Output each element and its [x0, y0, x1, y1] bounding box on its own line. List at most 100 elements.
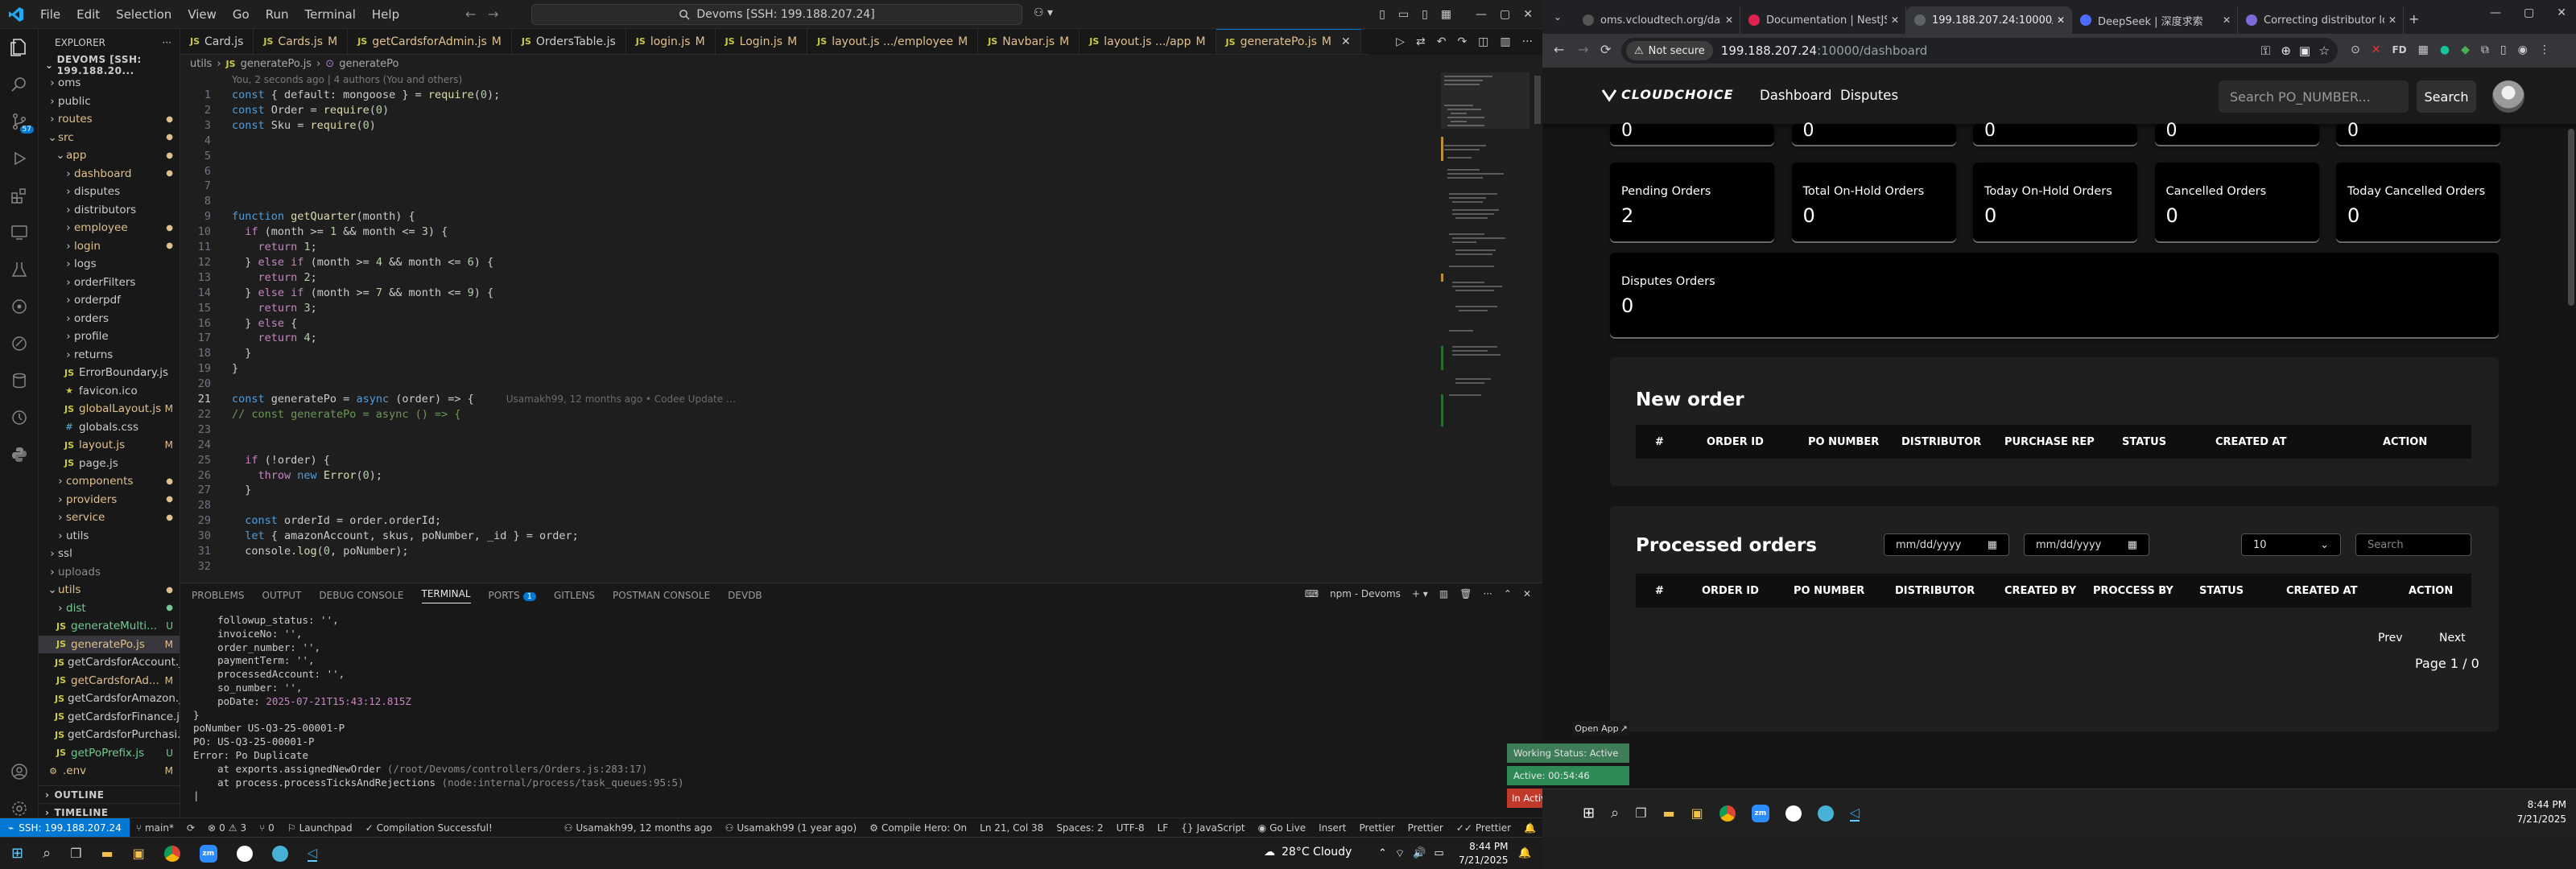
tree-folder[interactable]: › login ● [39, 237, 180, 256]
tree-folder[interactable]: › orderpdf [39, 291, 180, 310]
nav-back-icon[interactable]: ← [465, 6, 476, 22]
stat-card[interactable]: Cancelled Orders 0 [2154, 163, 2319, 241]
close-tab-icon[interactable]: ✕ [1725, 14, 1733, 26]
tree-file[interactable]: JS getCardsforFinance.js [39, 708, 180, 727]
code-line[interactable]: } else { [232, 317, 297, 330]
codelens-authors[interactable]: You, 2 seconds ago | 4 authors (You and … [232, 74, 462, 85]
panel-tab-problems[interactable]: PROBLEMS [192, 590, 245, 601]
task-view-icon[interactable]: ❐ [70, 846, 81, 861]
outline-section[interactable]: › OUTLINE [39, 785, 180, 803]
tree-folder[interactable]: › components ● [39, 472, 180, 491]
start-date-input[interactable]: mm/dd/yyyy ▦ [1884, 533, 2009, 556]
tree-file[interactable]: JS getCardsforPurchasi... [39, 726, 180, 744]
app-icon[interactable] [271, 845, 288, 862]
run-file-icon[interactable]: ▷ [1396, 35, 1405, 48]
cursor-position[interactable]: Ln 21, Col 38 [973, 822, 1050, 834]
network-icon[interactable]: ⌔ [1395, 847, 1405, 860]
code-line[interactable]: } [232, 347, 251, 360]
branch-indicator[interactable]: ⑂ main* [130, 822, 180, 834]
code-line[interactable]: } [232, 362, 238, 375]
accounts-icon[interactable] [0, 753, 39, 790]
editor-tab[interactable]: JS generatePo.js M ✕ [1216, 29, 1361, 54]
breadcrumb-item[interactable]: utils [190, 58, 212, 70]
layout-sidebar-icon[interactable]: ▯ [1379, 8, 1385, 21]
explorer-more-icon[interactable]: ··· [163, 37, 171, 48]
next-button[interactable]: Next [2439, 632, 2466, 645]
code-line[interactable]: } [232, 484, 251, 496]
tree-folder[interactable]: › providers ● [39, 491, 180, 509]
maximize-icon[interactable]: ▢ [1500, 8, 1510, 21]
sidepanel-icon[interactable]: ▯ [2500, 43, 2507, 56]
sync-icon[interactable]: ⟳ [180, 822, 201, 834]
tree-file[interactable]: ⚙ .env M [39, 762, 180, 780]
tree-file[interactable]: JS layout.js M [39, 436, 180, 455]
file-explorer-icon[interactable]: ▬ [101, 846, 114, 861]
more-actions-icon[interactable]: ··· [1522, 35, 1533, 48]
prettier-status-3[interactable]: ✓✓ Prettier [1450, 822, 1517, 834]
code-line[interactable]: const generatePo = async (order) => {Usa… [232, 393, 736, 406]
tree-file[interactable]: JS getCardsforAccount.js [39, 653, 180, 672]
nav-dashboard[interactable]: Dashboard [1760, 88, 1832, 103]
code-line[interactable]: throw new Error(0); [232, 469, 383, 482]
grammarly-extension-icon[interactable]: ● [2440, 43, 2450, 56]
panel-tab-ports[interactable]: PORTS 1 [489, 590, 536, 601]
tree-file[interactable]: ★ favicon.ico [39, 382, 180, 401]
breadcrumb-item[interactable]: generatePo.js [241, 58, 312, 70]
panel-tab-output[interactable]: OUTPUT [262, 590, 302, 601]
editor-tab[interactable]: JS login.js M [626, 29, 716, 54]
battery-icon[interactable]: ▭ [1434, 847, 1443, 860]
tree-folder[interactable]: › dist ● [39, 599, 180, 618]
editor-scrollbar[interactable] [1534, 76, 1541, 124]
zoom-app-icon[interactable]: zm [1751, 804, 1769, 822]
store-icon[interactable]: ▣ [1691, 805, 1703, 821]
panel-tab-debug-console[interactable]: DEBUG CONSOLE [319, 590, 403, 601]
ports-indicator[interactable]: ⑂ 0 [253, 822, 281, 834]
vpn-extension-icon[interactable]: ◆ [2461, 43, 2470, 56]
python-icon[interactable] [0, 436, 39, 473]
browser-tab[interactable]: DeepSeek | 深度求索 ✕ [2072, 6, 2238, 34]
stat-card[interactable]: Today On-Hold Orders 0 [1973, 163, 2137, 241]
breadcrumb-item[interactable]: generatePo [339, 58, 398, 70]
code-line[interactable]: return 3; [232, 302, 317, 315]
chrome-menu-icon[interactable]: ⋮ [2539, 43, 2550, 56]
stat-card[interactable]: 0 [1973, 121, 2137, 145]
tree-folder[interactable]: › logs [39, 255, 180, 274]
open-app-button[interactable]: Open App ↗ [1573, 721, 1629, 735]
tree-folder[interactable]: › utils [39, 527, 180, 546]
tracker-extension-icon[interactable]: ⊙ [2351, 43, 2360, 56]
bookmark-star-icon[interactable]: ☆ [2319, 43, 2330, 58]
search-icon[interactable]: ⌕ [43, 845, 51, 862]
app-icon[interactable] [1785, 805, 1802, 822]
stat-card[interactable]: 0 [2336, 121, 2500, 145]
tree-file[interactable]: JS generateMulti... U [39, 617, 180, 636]
editor-tab[interactable]: JS Card.js [180, 29, 254, 54]
code-line[interactable]: const Order = require(0) [232, 104, 389, 117]
tree-folder[interactable]: › service ● [39, 509, 180, 527]
postman-icon[interactable] [0, 325, 39, 362]
code-line[interactable]: } else if (month >= 4 && month <= 6) { [232, 256, 493, 269]
minimize-icon[interactable]: — [2490, 6, 2501, 19]
remote-indicator[interactable]: ⌁ SSH: 199.188.207.24 [0, 818, 130, 838]
editor-tab[interactable]: JS Cards.js M [254, 29, 349, 54]
weather-widget[interactable]: ☁ 28°C Cloudy [1264, 846, 1352, 859]
page-scrollbar[interactable] [2568, 129, 2574, 306]
fd-extension-icon[interactable]: FD [2392, 44, 2406, 56]
brand-logo[interactable]: CLOUDCHOICE [1600, 87, 1734, 102]
screenshot-extension-icon[interactable]: ▦ [2418, 43, 2429, 56]
stat-card[interactable]: 0 [2154, 121, 2319, 145]
close-panel-icon[interactable]: ✕ [1523, 588, 1531, 599]
tree-folder[interactable]: › distributors [39, 201, 180, 220]
code-line[interactable]: // const generatePo = async () => { [232, 408, 460, 421]
blame-status[interactable]: ⚇ Usamakh99, 12 months ago [558, 822, 719, 834]
panel-tab-devdb[interactable]: DEVDB [728, 590, 762, 601]
tree-folder[interactable]: ⌄ app ● [39, 146, 180, 165]
close-tab-icon[interactable]: ✕ [2388, 14, 2396, 26]
code-line[interactable]: console.log(0, poNumber); [232, 545, 408, 558]
editor-tab[interactable]: JS Login.js M [716, 29, 808, 54]
go-live-button[interactable]: ◉ Go Live [1252, 822, 1312, 834]
tree-file[interactable]: JS globalLayout.js M [39, 400, 180, 418]
editor-tab[interactable]: JS layout.js .../employee M [807, 29, 979, 54]
gitlens-icon[interactable] [0, 288, 39, 325]
tree-folder[interactable]: › routes ● [39, 110, 180, 129]
zoom-icon[interactable]: ⊕ [2281, 43, 2291, 58]
